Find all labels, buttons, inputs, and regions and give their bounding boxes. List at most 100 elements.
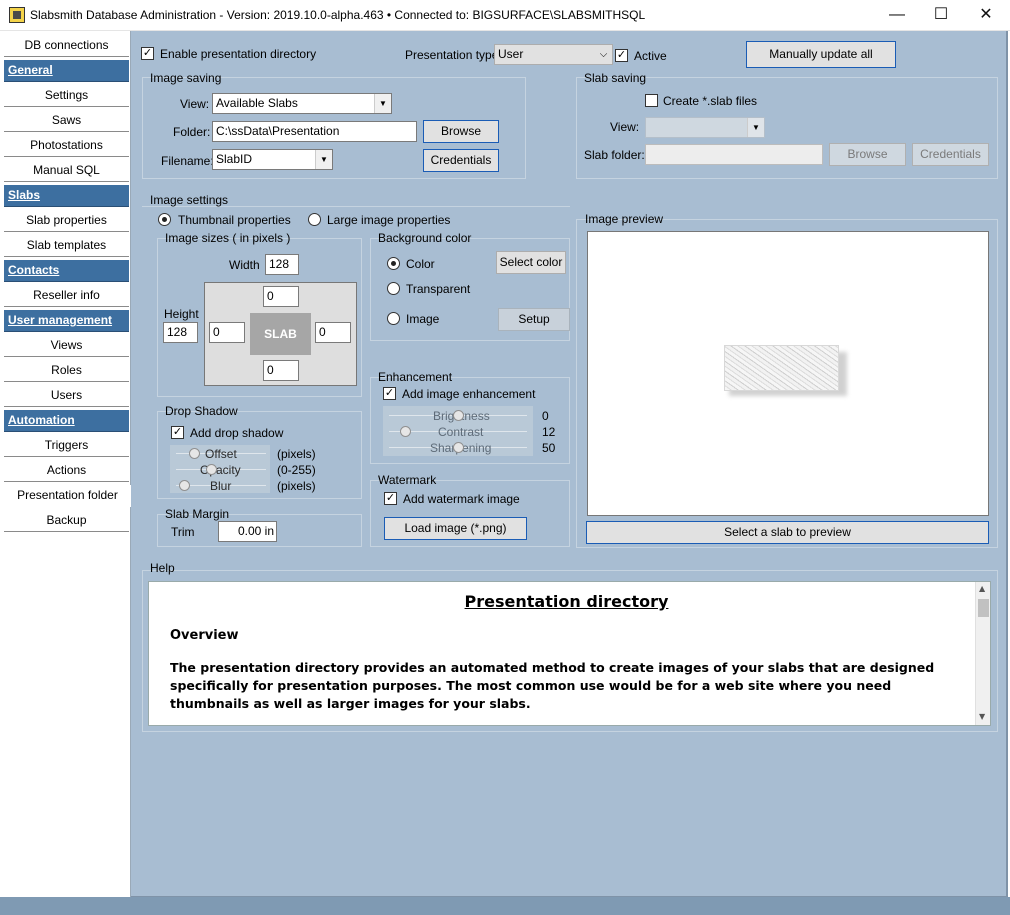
scroll-up-icon[interactable]: ▲ bbox=[979, 584, 985, 593]
filename-label: Filename: bbox=[161, 154, 214, 168]
checkmark-icon: ✓ bbox=[616, 49, 627, 61]
image-view-select[interactable]: Available Slabs ▼ bbox=[212, 93, 392, 114]
sidebar-item-triggers[interactable]: Triggers bbox=[4, 435, 129, 457]
watermark-checkbox[interactable]: ✓ bbox=[384, 492, 397, 505]
select-slab-preview-button[interactable]: Select a slab to preview bbox=[586, 521, 989, 544]
background-transparent-radio[interactable] bbox=[387, 282, 400, 295]
sidebar-header-slabs[interactable]: Slabs bbox=[4, 185, 129, 207]
thumbnail-properties-radio[interactable] bbox=[158, 213, 171, 226]
load-image-button[interactable]: Load image (*.png) bbox=[384, 517, 527, 540]
presentation-type-select[interactable]: User ⌵ bbox=[494, 44, 613, 65]
slab-view-select[interactable]: ▼ bbox=[645, 117, 765, 138]
drop-shadow-checkbox[interactable]: ✓ bbox=[171, 426, 184, 439]
enable-presentation-checkbox[interactable]: ✓ bbox=[141, 47, 154, 60]
contrast-slider[interactable] bbox=[400, 426, 411, 437]
app-icon bbox=[9, 7, 25, 23]
background-color-radio[interactable] bbox=[387, 257, 400, 270]
slab-saving-title: Slab saving bbox=[584, 71, 647, 85]
sidebar-header-automation[interactable]: Automation bbox=[4, 410, 129, 432]
sidebar-item-views[interactable]: Views bbox=[4, 335, 129, 357]
image-enhancement-checkbox[interactable]: ✓ bbox=[383, 387, 396, 400]
sidebar-item-saws[interactable]: Saws bbox=[4, 110, 129, 132]
slab-margin-title: Slab Margin bbox=[165, 507, 230, 521]
background-color-title: Background color bbox=[378, 231, 472, 245]
select-color-button[interactable]: Select color bbox=[496, 251, 566, 274]
brightness-slider[interactable] bbox=[453, 410, 464, 421]
sidebar-header-contacts[interactable]: Contacts bbox=[4, 260, 129, 282]
padding-top-input[interactable]: 0 bbox=[263, 286, 299, 307]
close-button[interactable]: ✕ bbox=[963, 0, 1009, 30]
blur-unit: (pixels) bbox=[277, 479, 316, 493]
blur-slider[interactable] bbox=[179, 480, 190, 491]
dropdown-arrow-icon: ▼ bbox=[374, 94, 391, 113]
sidebar-item-presentation-folder[interactable]: Presentation folder bbox=[4, 485, 131, 507]
brightness-value: 0 bbox=[542, 409, 549, 423]
checkmark-icon: ✓ bbox=[172, 426, 183, 438]
create-slab-files-checkbox[interactable] bbox=[645, 94, 658, 107]
checkmark-icon: ✓ bbox=[384, 387, 395, 399]
help-scrollbar[interactable]: ▲ ▼ bbox=[975, 582, 990, 725]
sidebar-item-photostations[interactable]: Photostations bbox=[4, 135, 129, 157]
padding-left-input[interactable]: 0 bbox=[209, 322, 245, 343]
background-transparent-label: Transparent bbox=[406, 282, 471, 296]
enhancement-title: Enhancement bbox=[378, 370, 453, 384]
manually-update-all-button[interactable]: Manually update all bbox=[746, 41, 896, 68]
offset-slider[interactable] bbox=[189, 448, 200, 459]
image-preview-title: Image preview bbox=[585, 212, 664, 226]
width-input[interactable]: 128 bbox=[265, 254, 299, 275]
sidebar-item-roles[interactable]: Roles bbox=[4, 360, 129, 382]
large-image-properties-radio[interactable] bbox=[308, 213, 321, 226]
slab-credentials-button[interactable]: Credentials bbox=[912, 143, 989, 166]
padding-bottom-input[interactable]: 0 bbox=[263, 360, 299, 381]
folder-input[interactable]: C:\ssData\Presentation bbox=[212, 121, 417, 142]
scroll-down-icon[interactable]: ▼ bbox=[979, 712, 985, 721]
trim-input[interactable]: 0.00 in bbox=[218, 521, 277, 542]
slab-folder-input[interactable] bbox=[645, 144, 823, 165]
help-subheading: Overview bbox=[170, 628, 239, 643]
sidebar-item-settings[interactable]: Settings bbox=[4, 85, 129, 107]
sidebar-header-general[interactable]: General bbox=[4, 60, 129, 82]
opacity-slider[interactable] bbox=[206, 464, 217, 475]
presentation-type-label: Presentation type: bbox=[405, 48, 502, 62]
slab-preview-image bbox=[724, 345, 839, 391]
status-bar bbox=[0, 897, 1010, 915]
sidebar-item-backup[interactable]: Backup bbox=[4, 510, 129, 532]
slab-browse-button[interactable]: Browse bbox=[829, 143, 906, 166]
title-bar: Slabsmith Database Administration - Vers… bbox=[0, 0, 1010, 31]
padding-right-input[interactable]: 0 bbox=[315, 322, 351, 343]
minimize-button[interactable]: — bbox=[874, 0, 920, 30]
sidebar-header-user-management[interactable]: User management bbox=[4, 310, 129, 332]
scrollbar-thumb[interactable] bbox=[978, 599, 989, 617]
contrast-value: 12 bbox=[542, 425, 556, 439]
background-image-radio[interactable] bbox=[387, 312, 400, 325]
chevron-down-icon: ⌵ bbox=[599, 49, 608, 60]
filename-select[interactable]: SlabID ▼ bbox=[212, 149, 333, 170]
sharpening-slider[interactable] bbox=[453, 442, 464, 453]
sidebar-item-slab-templates[interactable]: Slab templates bbox=[4, 235, 129, 257]
sidebar-item-db-connections[interactable]: DB connections bbox=[4, 35, 129, 57]
height-input[interactable]: 128 bbox=[163, 322, 198, 343]
sidebar-item-users[interactable]: Users bbox=[4, 385, 129, 407]
blur-label: Blur bbox=[210, 479, 232, 493]
filename-value: SlabID bbox=[216, 152, 253, 166]
image-credentials-button[interactable]: Credentials bbox=[423, 149, 499, 172]
sidebar-item-actions[interactable]: Actions bbox=[4, 460, 129, 482]
watermark-label: Add watermark image bbox=[403, 492, 520, 506]
offset-unit: (pixels) bbox=[277, 447, 316, 461]
create-slab-files-label: Create *.slab files bbox=[663, 94, 758, 108]
sidebar-item-manual-sql[interactable]: Manual SQL bbox=[4, 160, 129, 182]
maximize-button[interactable]: ☐ bbox=[918, 0, 964, 30]
sidebar-item-reseller-info[interactable]: Reseller info bbox=[4, 285, 129, 307]
image-saving-title: Image saving bbox=[150, 71, 222, 85]
setup-button[interactable]: Setup bbox=[498, 308, 570, 331]
sharpening-value: 50 bbox=[542, 441, 556, 455]
image-browse-button[interactable]: Browse bbox=[423, 120, 499, 143]
active-checkbox[interactable]: ✓ bbox=[615, 49, 628, 62]
enable-presentation-label: Enable presentation directory bbox=[160, 47, 317, 61]
help-paragraph: The presentation directory provides an a… bbox=[170, 660, 935, 711]
sidebar-item-slab-properties[interactable]: Slab properties bbox=[4, 210, 129, 232]
help-content: Presentation directory Overview The pres… bbox=[148, 581, 991, 726]
window-title: Slabsmith Database Administration - Vers… bbox=[30, 8, 646, 22]
watermark-title: Watermark bbox=[378, 473, 437, 487]
image-settings-title: Image settings bbox=[150, 193, 229, 207]
